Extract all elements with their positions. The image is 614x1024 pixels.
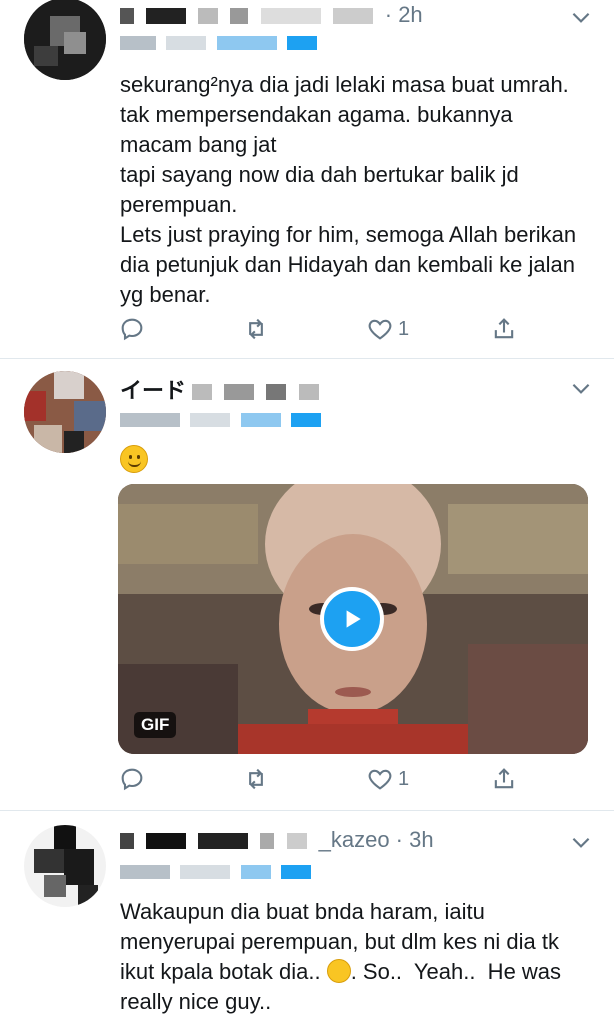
like-button[interactable]: 1 (366, 762, 409, 796)
avatar[interactable] (24, 0, 106, 80)
tweet-actions: 1 (118, 312, 528, 346)
reply-button[interactable] (118, 312, 150, 346)
tweet-1[interactable]: · 2h sekurang²nya dia jadi lelaki masa b… (0, 0, 614, 358)
chevron-down-icon[interactable] (568, 375, 594, 401)
handle-redacted (120, 34, 323, 56)
share-button[interactable] (490, 312, 518, 346)
tweet-3[interactable]: _kazeo · 3h Wakaupun dia buat bnda haram… (0, 811, 614, 1024)
tweet-time: _kazeo · 3h (318, 827, 434, 852)
display-name-redacted[interactable]: · 2h (120, 2, 423, 30)
tweet-actions: 1 (118, 762, 528, 796)
like-icon (368, 319, 392, 340)
reply-icon (121, 768, 143, 791)
like-count: 1 (398, 317, 410, 340)
like-count: 1 (398, 767, 410, 790)
chevron-down-icon[interactable] (568, 4, 594, 30)
avatar[interactable] (24, 371, 106, 453)
like-icon (368, 769, 392, 790)
gif-badge: GIF (134, 712, 177, 738)
tweet-text: sekurang²nya dia jadi lelaki masa buat u… (120, 72, 577, 307)
share-icon (494, 318, 514, 339)
avatar[interactable] (24, 825, 106, 907)
like-button[interactable]: 1 (366, 312, 409, 346)
share-button[interactable] (490, 762, 518, 796)
slightly-smiling-face-emoji (120, 445, 148, 473)
reply-icon (121, 318, 143, 341)
retweet-icon (249, 318, 263, 340)
display-name-redacted[interactable]: イード (120, 373, 325, 403)
retweet-button[interactable] (242, 312, 274, 346)
tears-of-joy-emoji (326, 959, 351, 983)
chevron-down-icon[interactable] (568, 829, 594, 855)
display-name-redacted[interactable]: _kazeo · 3h (120, 827, 434, 855)
tweet-time: · 2h (384, 2, 423, 27)
play-button[interactable] (320, 587, 384, 651)
handle-redacted (120, 411, 327, 433)
reply-button[interactable] (118, 762, 150, 796)
handle-redacted (120, 863, 317, 885)
play-icon (346, 610, 361, 628)
share-icon (494, 768, 514, 789)
retweet-icon (249, 768, 263, 790)
retweet-button[interactable] (242, 762, 274, 796)
gif-media[interactable]: GIF (118, 484, 588, 754)
display-name-fragment: イード (120, 378, 187, 403)
tweet-text: Wakaupun dia buat bnda haram, iaitu meny… (120, 897, 598, 1017)
